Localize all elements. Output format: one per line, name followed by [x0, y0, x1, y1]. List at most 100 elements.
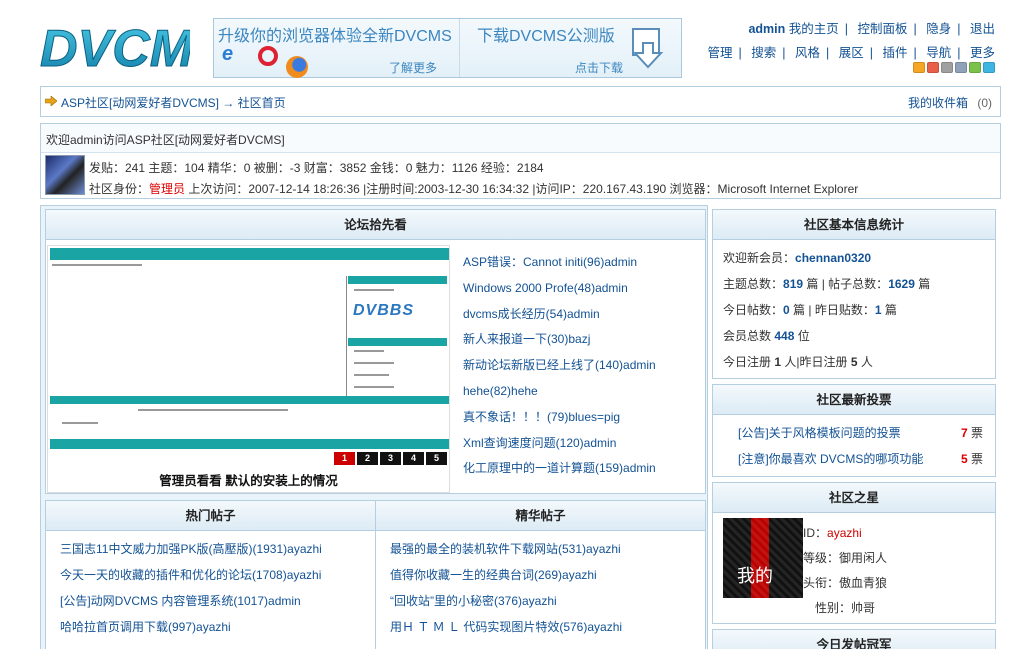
- avatar-text: 我的: [737, 566, 773, 587]
- breadcrumb-path[interactable]: ASP社区[动网爱好者DVCMS] → 社区首页: [61, 96, 286, 110]
- learn-more-link[interactable]: 了解更多: [389, 59, 437, 76]
- stats-list: 欢迎新会员：chennan0320 主题总数：819 篇 | 帖子总数：1629…: [723, 245, 930, 375]
- reg-today-count: 1: [774, 355, 782, 369]
- star-member-level: 御用闲人: [839, 551, 888, 565]
- today-label: 今日帖数：: [723, 303, 784, 317]
- breadcrumb[interactable]: ASP社区[动网爱好者DVCMS] → 社区首页: [61, 94, 286, 111]
- skin-swatch[interactable]: [913, 62, 925, 73]
- hot-posts-panel: 热门帖子 三国志11中文威力加强PK版(高壓版)(1931)ayazhi 今天一…: [45, 500, 376, 649]
- nav-invisible[interactable]: 隐身: [926, 22, 951, 36]
- welcome-panel: 欢迎admin访问ASP社区[动网爱好者DVCMS] 发贴：241 主题：104…: [40, 123, 1001, 199]
- list-item[interactable]: ASP错误：Cannot initi(96)admin: [463, 255, 637, 269]
- nav-control-panel[interactable]: 控制面板: [857, 22, 907, 36]
- nav-more[interactable]: 更多: [970, 46, 995, 60]
- list-item[interactable]: 新动论坛新版已经上线了(140)admin: [463, 358, 656, 372]
- daily-champion-panel: 今日发帖冠军: [712, 629, 996, 649]
- best-posts-title: 精华帖子: [376, 501, 705, 531]
- list-item[interactable]: 真不象话！！！(79)blues=pig: [463, 410, 620, 424]
- arrow-right-icon: [45, 96, 57, 106]
- logo-text: DVCMS: [40, 20, 190, 72]
- opera-icon: [258, 46, 278, 66]
- list-item[interactable]: 今天一天的收藏的插件和优化的论坛(1708)ayazhi: [60, 568, 321, 582]
- list-item[interactable]: 哈哈拉首页调用下载(997)ayazhi: [60, 620, 231, 634]
- slide-page-button[interactable]: 4: [403, 452, 424, 465]
- breadcrumb-bar: ASP社区[动网爱好者DVCMS] → 社区首页 我的收件箱 (0): [40, 86, 1001, 117]
- yesterday-count: 1: [874, 303, 882, 317]
- list-item[interactable]: Xml查询速度问题(120)admin: [463, 436, 616, 450]
- star-member-avatar[interactable]: 我的: [723, 518, 803, 598]
- list-item[interactable]: 用Ｈ Ｔ Ｍ Ｌ 代码实现图片特效(576)ayazhi: [390, 620, 622, 634]
- star-member-title: 社区之星: [713, 483, 995, 513]
- list-item[interactable]: 新人来报道一下(30)bazj: [463, 332, 590, 346]
- vote-link[interactable]: [公告]关于风格模板问题的投票: [738, 426, 901, 440]
- list-item[interactable]: 最强的最全的装机软件下载网站(531)ayazhi: [390, 542, 621, 556]
- ie-icon: e: [222, 43, 234, 65]
- slide-page-button[interactable]: 5: [426, 452, 447, 465]
- visit-info: 上次访问：2007-12-14 18:26:36 |注册时间:2003-12-3…: [185, 182, 859, 196]
- nav-navigation[interactable]: 导航: [926, 46, 951, 60]
- list-item[interactable]: 化工原理中的一道计算题(159)admin: [463, 461, 656, 475]
- newest-member-link[interactable]: chennan0320: [795, 251, 871, 265]
- star-member-rank: 傲血青狼: [839, 576, 888, 590]
- members-label: 会员总数: [723, 329, 772, 343]
- avatar[interactable]: [45, 155, 85, 195]
- yesterday-label: 篇 | 昨日贴数：: [793, 303, 875, 317]
- star-member-panel: 社区之星 我的 ID：ayazhi 等级：御用闲人 头衔：傲血青狼 性别：帅哥: [712, 482, 996, 624]
- download-icon: [632, 28, 664, 69]
- skin-swatch[interactable]: [983, 62, 995, 73]
- inbox-count: (0): [977, 96, 992, 110]
- welcome-title: 欢迎admin访问ASP社区[动网爱好者DVCMS]: [41, 124, 1000, 153]
- list-item[interactable]: “回收站”里的小秘密(376)ayazhi: [390, 594, 557, 608]
- vote-count: 7: [960, 426, 968, 440]
- list-item: [注意]你最喜欢 DVCMS的哪项功能 5 票: [738, 450, 983, 467]
- nav-manage[interactable]: 管理: [707, 46, 732, 60]
- list-item[interactable]: Windows 2000 Profe(48)admin: [463, 281, 628, 295]
- reg-today-label: 今日注册: [723, 355, 772, 369]
- slide-page-button[interactable]: 2: [357, 452, 378, 465]
- star-member-id[interactable]: ayazhi: [827, 526, 862, 540]
- nav-logout[interactable]: 退出: [970, 22, 995, 36]
- vote-count: 5: [960, 452, 968, 466]
- dvcms-logo[interactable]: DVCMS: [40, 12, 190, 73]
- skin-swatch[interactable]: [955, 62, 967, 73]
- level-label: 等级：: [803, 551, 840, 565]
- featured-screenshot[interactable]: DVBBS 1 2 3 4 5 管理员看看 默认的安装上的情况: [47, 245, 450, 493]
- identity-label: 社区身份：: [89, 182, 150, 196]
- votes-panel: 社区最新投票 [公告]关于风格模板问题的投票 7 票 [注意]你最喜欢 DVCM…: [712, 384, 996, 477]
- slide-page-button[interactable]: 1: [334, 452, 355, 465]
- topics-label: 主题总数：: [723, 277, 784, 291]
- nav-exhibit[interactable]: 展区: [839, 46, 864, 60]
- user-nav: admin 我的主页 | 控制面板 | 隐身 | 退出 管理 | 搜索 | 风格 | 展区 |…: [707, 22, 995, 60]
- slide-page-button[interactable]: 3: [380, 452, 401, 465]
- list-item[interactable]: 三国志11中文威力加强PK版(高壓版)(1931)ayazhi: [60, 542, 322, 556]
- list-item[interactable]: [公告]动网DVCMS 内容管理系统(1017)admin: [60, 594, 301, 608]
- list-item[interactable]: 值得你收藏一生的经典台词(269)ayazhi: [390, 568, 597, 582]
- vote-link[interactable]: [注意]你最喜欢 DVCMS的哪项功能: [738, 452, 923, 466]
- promo-banner: 升级你的浏览器体验全新DVCMS e 了解更多 下载DVCMS公测版 点击下载: [213, 18, 682, 78]
- download-banner[interactable]: 下载DVCMS公测版 点击下载: [461, 19, 681, 77]
- star-member-gender: 帅哥: [851, 601, 876, 615]
- list-item[interactable]: dvcms成长经历(54)admin: [463, 307, 600, 321]
- nav-plugins[interactable]: 插件: [882, 46, 907, 60]
- identity-value: 管理员: [149, 182, 186, 196]
- skin-swatch[interactable]: [969, 62, 981, 73]
- posts-label: 篇 | 帖子总数：: [806, 277, 889, 291]
- skin-swatch[interactable]: [941, 62, 953, 73]
- nav-style[interactable]: 风格: [795, 46, 820, 60]
- username[interactable]: admin: [748, 22, 785, 36]
- hot-posts-title: 热门帖子: [46, 501, 375, 531]
- posts-count: 1629: [888, 277, 915, 291]
- click-download-link[interactable]: 点击下载: [575, 59, 623, 76]
- list-item[interactable]: hehe(82)hehe: [463, 384, 538, 398]
- skin-swatch[interactable]: [927, 62, 939, 73]
- nav-search[interactable]: 搜索: [751, 46, 776, 60]
- slide-caption[interactable]: 管理员看看 默认的安装上的情况: [48, 466, 449, 489]
- skin-color-picker: [913, 62, 995, 73]
- stats-panel: 社区基本信息统计 欢迎新会员：chennan0320 主题总数：819 篇 | …: [712, 209, 996, 379]
- nav-my-home[interactable]: 我的主页: [789, 22, 839, 36]
- inbox-link[interactable]: 我的收件箱: [908, 96, 968, 110]
- gender-label: 性别：: [815, 601, 852, 615]
- browser-upgrade-banner[interactable]: 升级你的浏览器体验全新DVCMS e 了解更多: [214, 19, 460, 78]
- featured-panel: 论坛拾先看 DVBBS 1 2 3 4 5 管理员看看 默认的安装上的情况 AS…: [45, 209, 706, 494]
- unit: 票: [970, 452, 983, 466]
